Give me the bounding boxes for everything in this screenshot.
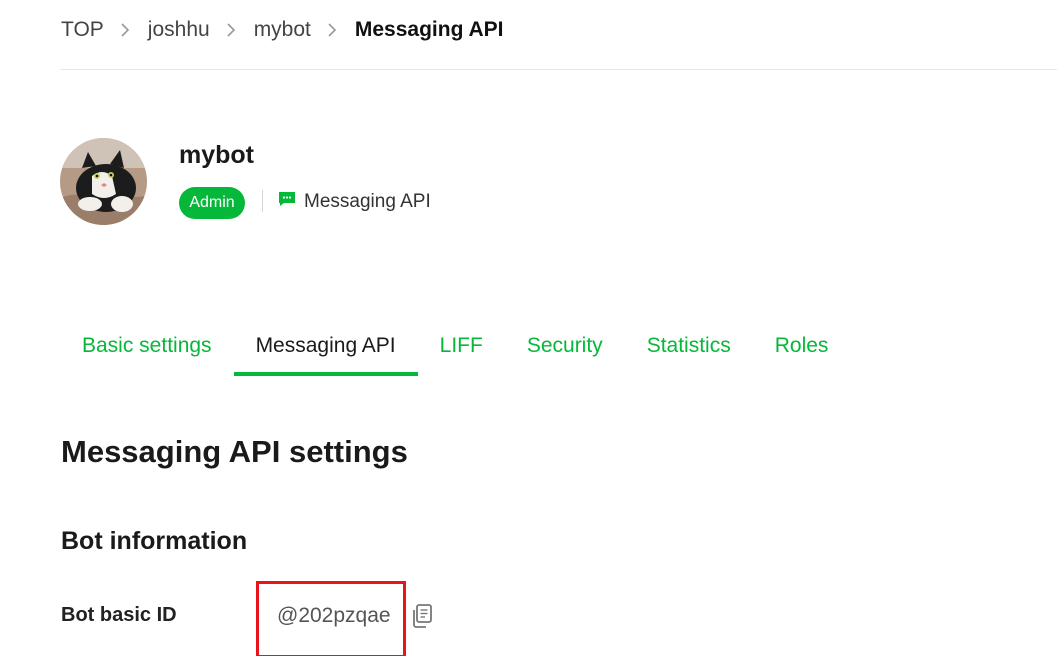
bot-basic-id-label: Bot basic ID	[61, 604, 177, 626]
channel-avatar	[60, 138, 147, 225]
bot-basic-id-value: @202pzqae	[277, 604, 391, 627]
tab-liff[interactable]: LIFF	[418, 318, 505, 373]
breadcrumb-current: Messaging API	[354, 18, 504, 41]
section-title: Messaging API settings	[61, 434, 408, 469]
chevron-right-icon	[120, 23, 134, 37]
tab-bar: Basic settings Messaging API LIFF Securi…	[60, 318, 1057, 376]
chevron-right-icon	[226, 23, 240, 37]
chat-bubble-icon	[278, 191, 296, 213]
tab-basic-settings[interactable]: Basic settings	[60, 318, 234, 373]
breadcrumb: TOP joshhu mybot Messaging API	[61, 14, 503, 46]
meta-divider	[262, 190, 263, 212]
channel-type: Messaging API	[278, 188, 431, 216]
breadcrumb-item-provider[interactable]: joshhu	[148, 18, 210, 42]
tab-statistics[interactable]: Statistics	[625, 318, 753, 373]
breadcrumb-item-channel[interactable]: mybot	[254, 18, 311, 42]
chevron-right-icon	[327, 23, 341, 37]
channel-name: mybot	[179, 141, 254, 169]
role-badge: Admin	[179, 187, 245, 219]
channel-type-label: Messaging API	[304, 191, 431, 212]
header-divider	[60, 69, 1057, 70]
breadcrumb-item-top[interactable]: TOP	[61, 18, 104, 42]
tab-security[interactable]: Security	[505, 318, 625, 373]
subsection-title: Bot information	[61, 527, 248, 555]
copy-icon[interactable]	[410, 603, 434, 629]
tab-roles[interactable]: Roles	[753, 318, 851, 373]
page: TOP joshhu mybot Messaging API mybot Adm…	[0, 0, 1057, 656]
tab-messaging-api[interactable]: Messaging API	[233, 318, 418, 376]
